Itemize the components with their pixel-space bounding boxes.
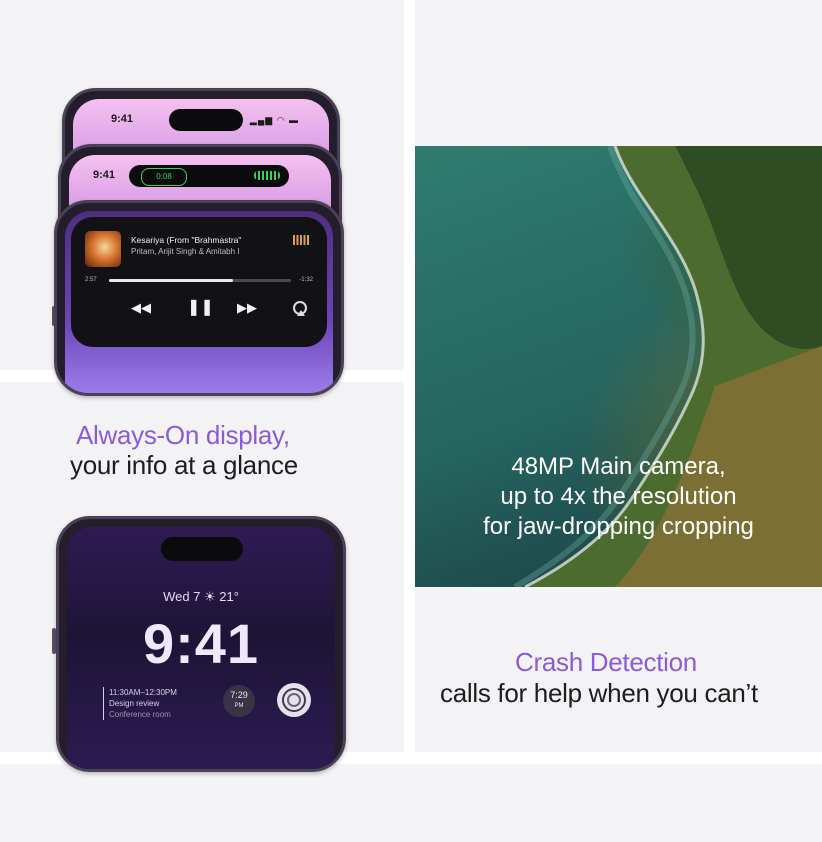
rewind-icon[interactable]: ◀◀: [131, 297, 151, 319]
song-title: Kesariya (From "Brahmastra": [131, 235, 242, 245]
event-title: Design review: [109, 699, 160, 708]
clock-widget-period: PM: [234, 703, 244, 709]
elapsed-time: 2:57: [85, 277, 97, 283]
now-playing-widget[interactable]: Kesariya (From "Brahmastra" Pritam, Arij…: [71, 217, 327, 347]
crash-subtitle: calls for help when you can’t: [440, 678, 758, 708]
event-location: Conference room: [109, 710, 171, 719]
camera-caption-line2: up to 4x the resolution: [500, 483, 737, 510]
camera-caption-line3: for jaw-dropping cropping: [483, 513, 754, 540]
signal-wifi-battery-icon: ▂▄▆ ◠ ▬: [249, 115, 299, 125]
album-art: [85, 231, 121, 267]
always-on-title: Always-On display,: [76, 420, 290, 450]
lock-time: 9:41: [142, 612, 260, 675]
remaining-time: -1:32: [299, 277, 313, 283]
equalizer-icon: [293, 235, 309, 245]
status-time: 9:41: [111, 113, 134, 125]
clock-widget[interactable]: 7:29 PM: [223, 685, 255, 717]
forward-icon[interactable]: ▶▶: [237, 297, 257, 319]
pause-icon[interactable]: ❚❚: [187, 297, 214, 319]
event-time: 11:30AM–12:30PM: [109, 688, 177, 697]
always-on-subtitle: your info at a glance: [70, 450, 298, 480]
progress-fill: [109, 279, 233, 282]
audio-wave-icon: [254, 171, 280, 180]
dynamic-island: [169, 109, 243, 131]
vertical-divider: [404, 0, 415, 760]
aerial-coast-image: 48MP Main camera, up to 4x the resolutio…: [415, 146, 822, 587]
calendar-widget[interactable]: 11:30AM–12:30PM Design review Conference…: [103, 687, 177, 720]
clock-widget-time: 7:29: [230, 690, 248, 700]
crash-title: Crash Detection: [515, 647, 697, 677]
song-artist: Pritam, Arijit Singh & Amitabh I: [131, 247, 240, 256]
lock-screen-phone: Wed 7 ☀ 21° 9:41 11:30AM–12:30PM Design …: [56, 516, 346, 772]
dynamic-island-lock: [161, 537, 243, 561]
status-time-2: 9:41: [93, 169, 116, 181]
progress-bar[interactable]: [109, 279, 291, 282]
airplay-icon[interactable]: [293, 301, 307, 316]
call-timer-pill: 0:08: [141, 168, 187, 186]
camera-caption-line1: 48MP Main camera,: [511, 453, 726, 480]
activity-rings-icon[interactable]: [277, 683, 311, 717]
lock-screen: Wed 7 ☀ 21° 9:41 11:30AM–12:30PM Design …: [67, 527, 335, 769]
phone-front-screen: Kesariya (From "Brahmastra" Pritam, Arij…: [65, 211, 333, 393]
phone-front: Kesariya (From "Brahmastra" Pritam, Arij…: [54, 200, 344, 396]
lock-date: Wed 7 ☀ 21°: [163, 589, 239, 604]
